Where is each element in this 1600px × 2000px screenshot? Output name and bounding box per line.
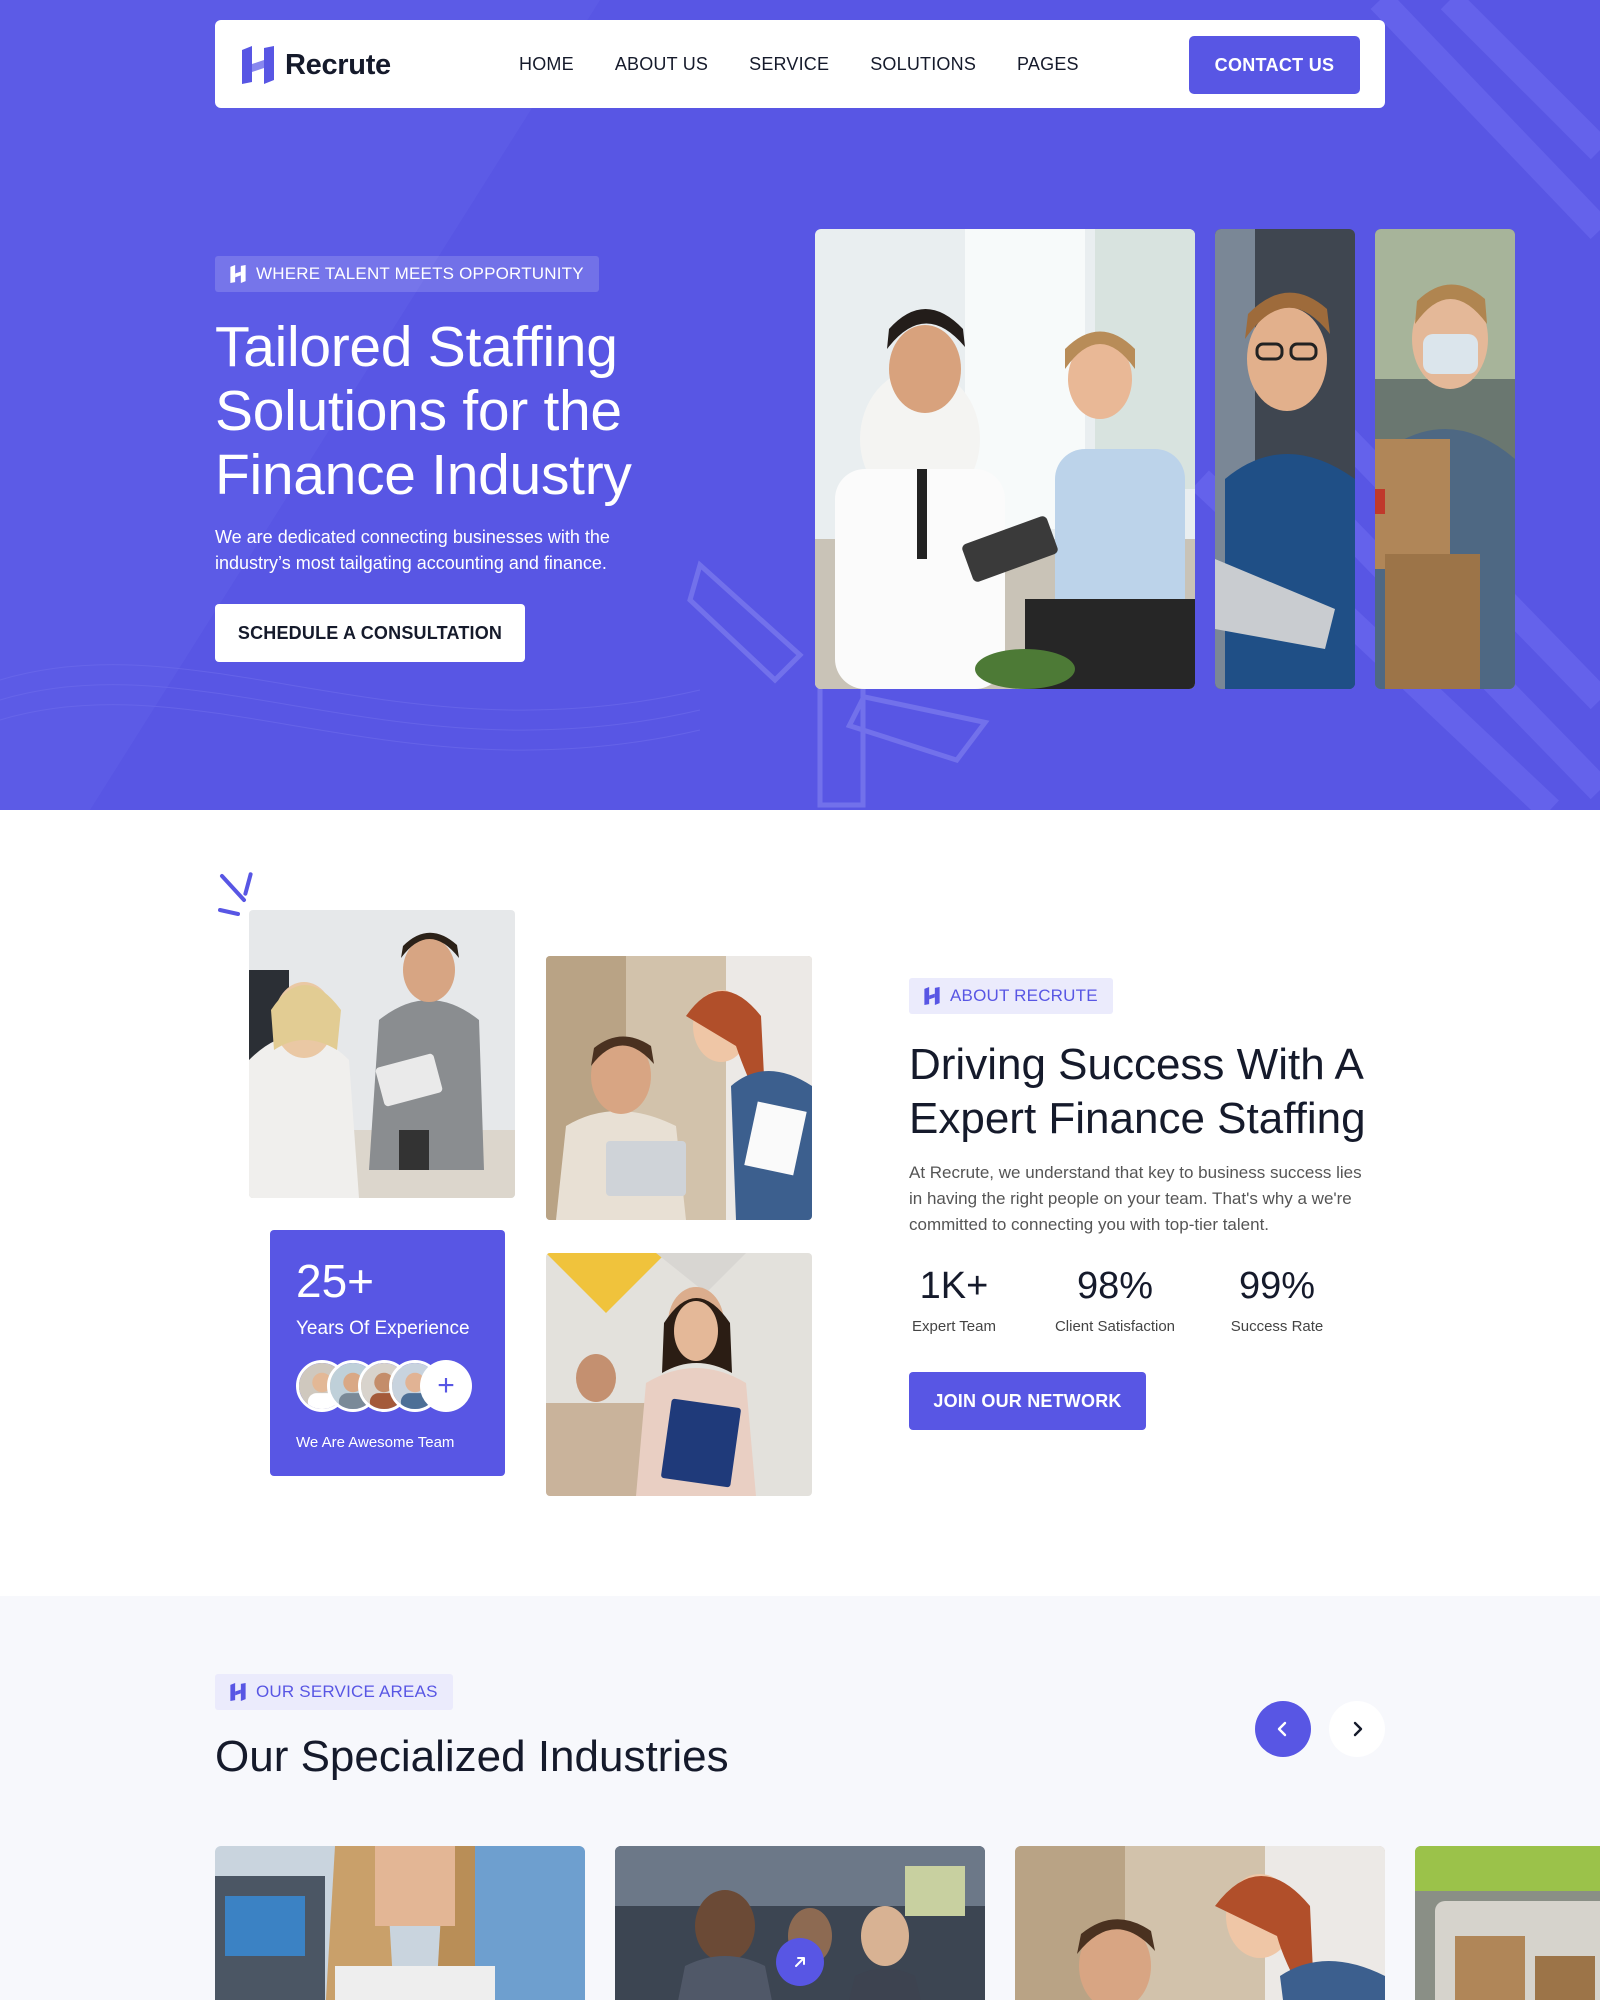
services-tag: OUR SERVICE AREAS [215,1674,453,1710]
about-tag: ABOUT RECRUTE [909,978,1113,1014]
join-network-button[interactable]: JOIN OUR NETWORK [909,1372,1146,1430]
hero-photo-man-laptop [1215,229,1355,689]
hero-title-line: Finance Industry [215,443,632,507]
nav-solutions[interactable]: SOLUTIONS [870,54,976,75]
hero-photo-meeting [815,229,1195,689]
carousel-next-button[interactable] [1329,1701,1385,1757]
services-title: Our Specialized Industries [215,1732,729,1781]
arrow-up-right-icon [795,1957,805,1967]
stat-value: 1K+ [919,1265,989,1307]
industry-card[interactable] [1415,1846,1600,2000]
schedule-consultation-button[interactable]: SCHEDULE A CONSULTATION [215,604,525,662]
hero-title: Tailored Staffing Solutions for the Fina… [215,315,775,507]
logo[interactable]: Recrute [239,44,391,86]
experience-team-label: We Are Awesome Team [296,1434,455,1451]
stat-client-satisfaction: 98% Client Satisfaction [1040,1265,1190,1335]
hero-description: We are dedicated connecting businesses w… [215,527,610,573]
stat-expert-team: 1K+ Expert Team [909,1265,999,1335]
about-tag-text: ABOUT RECRUTE [950,986,1098,1005]
nav-links: HOME ABOUT US SERVICE SOLUTIONS PAGES [519,20,1120,108]
stat-label: Expert Team [912,1318,996,1335]
nav-pages[interactable]: PAGES [1017,54,1079,75]
industry-card[interactable] [1015,1846,1385,2000]
chevron-right-icon [1353,1721,1363,1737]
tag-logo-icon [230,1682,246,1702]
stat-success-rate: 99% Success Rate [1222,1265,1332,1335]
experience-card: 25+ Years Of Experience + We Are Awesome… [270,1230,505,1476]
brand-name: Recrute [285,48,391,81]
tag-logo-icon [924,986,940,1006]
about-title: Driving Success With A Expert Finance St… [909,1038,1429,1146]
nav-home[interactable]: HOME [519,54,574,75]
experience-label: Years Of Experience [296,1318,470,1339]
about-title-line: Driving Success With A [909,1040,1364,1089]
about-description: At Recrute, we understand that key to bu… [909,1163,1362,1234]
hero-section: Recrute HOME ABOUT US SERVICE SOLUTIONS … [0,0,1600,810]
about-photo-clipboard [546,1253,812,1496]
about-photo-office [249,910,515,1198]
industry-card[interactable] [215,1846,585,2000]
carousel-prev-button[interactable] [1255,1701,1311,1757]
hero-title-line: Solutions for the [215,379,622,443]
plus-icon[interactable]: + [420,1360,472,1412]
navbar: Recrute HOME ABOUT US SERVICE SOLUTIONS … [215,20,1385,108]
about-section: 25+ Years Of Experience + We Are Awesome… [0,810,1600,1596]
hero-photo-delivery [1375,229,1515,689]
experience-value: 25+ [296,1255,375,1307]
stat-value: 98% [1076,1265,1154,1307]
hero-tag-text: WHERE TALENT MEETS OPPORTUNITY [256,264,584,283]
chevron-left-icon [1277,1721,1287,1737]
services-tag-text: OUR SERVICE AREAS [256,1682,438,1701]
nav-service[interactable]: SERVICE [749,54,829,75]
team-avatars: + [296,1360,496,1412]
industry-card-link-button[interactable] [776,1938,824,1986]
stat-label: Client Satisfaction [1054,1318,1176,1335]
stat-value: 99% [1238,1265,1316,1307]
contact-us-button[interactable]: CONTACT US [1189,36,1360,94]
about-photo-coworkers [546,956,812,1220]
services-section: OUR SERVICE AREAS Our Specialized Indust… [0,1596,1600,2000]
about-title-line: Expert Finance Staffing [909,1094,1366,1143]
tag-logo-icon [230,264,246,284]
stat-label: Success Rate [1230,1318,1324,1335]
nav-about-us[interactable]: ABOUT US [615,54,708,75]
logo-icon [242,46,274,84]
hero-tag: WHERE TALENT MEETS OPPORTUNITY [215,256,599,292]
hero-title-line: Tailored Staffing [215,315,618,379]
